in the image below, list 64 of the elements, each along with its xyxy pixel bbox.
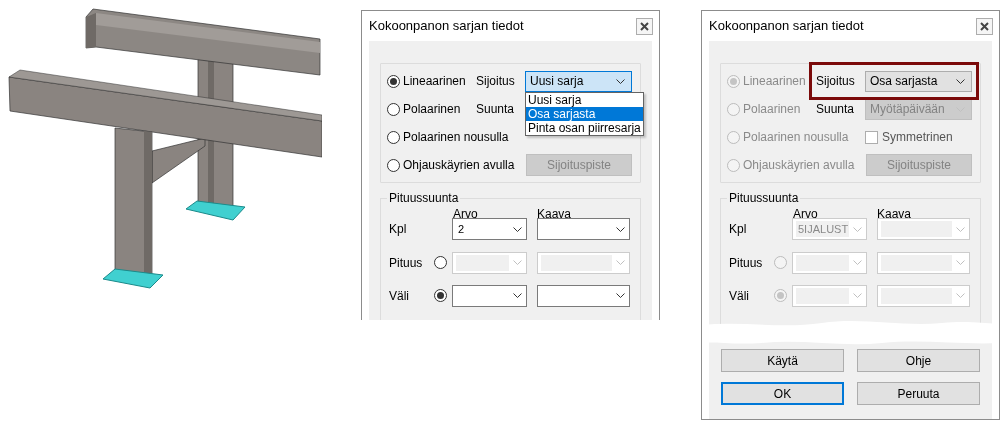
column-header: Kaava — [537, 206, 573, 223]
radio-button[interactable] — [387, 102, 400, 116]
combo-value: 2 — [458, 223, 465, 235]
radio-label: Polaarinen nousulla — [403, 129, 509, 146]
radio-button[interactable] — [434, 289, 448, 302]
chevron-icon — [956, 226, 965, 232]
radio-label: Lineaarinen — [743, 73, 806, 90]
dialog-button[interactable]: Ohje — [857, 349, 980, 372]
radio-label: Ohjauskäyrien avulla — [403, 157, 515, 174]
radio-button[interactable] — [387, 130, 400, 144]
chevron-icon — [513, 293, 522, 298]
chevron-icon — [616, 293, 625, 298]
field-label: Suunta — [475, 101, 516, 118]
chevron-icon — [853, 226, 862, 232]
chevron-icon — [513, 226, 522, 232]
close-button[interactable] — [976, 17, 993, 35]
combo-box[interactable]: 2 — [452, 218, 527, 240]
close-icon — [640, 21, 649, 31]
row-label: Kpl — [729, 221, 748, 238]
radio-label: Polaarinen — [743, 101, 801, 118]
field-label: Sijoitus — [475, 73, 516, 90]
dropdown[interactable]: Uusi sarja — [525, 70, 632, 92]
radio-label: Lineaarinen — [403, 73, 466, 90]
chevron-icon — [956, 293, 965, 298]
row-label: Väli — [729, 287, 750, 305]
radio-button[interactable] — [387, 158, 400, 172]
chevron-icon — [616, 260, 625, 265]
column-header: Kaava — [877, 206, 913, 223]
row-label: Pituus — [389, 254, 424, 272]
row-label: Pituus — [729, 254, 764, 272]
chevron-icon — [853, 260, 862, 265]
row-label: Kpl — [389, 221, 408, 238]
group-title: Pituussuunta — [387, 191, 461, 205]
dropdown-option[interactable]: Osa sarjasta — [526, 106, 643, 121]
chevron-icon — [853, 293, 862, 298]
dropdown-option[interactable]: Pinta osan piirresarja — [526, 120, 643, 135]
row-label: Väli — [389, 287, 410, 305]
window-title: Kokoonpanon sarjan tiedot — [709, 17, 865, 36]
combo-value: 5IJALUST — [798, 223, 849, 235]
dropdown-option[interactable]: Uusi sarja — [526, 92, 643, 107]
checkbox-label: Symmetrinen — [882, 129, 953, 146]
chevron-icon — [513, 260, 522, 265]
close-icon — [980, 21, 989, 31]
chevron-icon — [616, 78, 625, 84]
dialog-button[interactable]: OK — [721, 382, 844, 405]
window-title: Kokoonpanon sarjan tiedot — [369, 17, 525, 36]
dialog-button[interactable]: Käytä — [721, 349, 844, 372]
radio-label: Ohjauskäyrien avulla — [743, 157, 855, 174]
chevron-icon — [956, 78, 965, 84]
radio-button[interactable] — [387, 74, 400, 88]
dialog-button[interactable]: Peruuta — [857, 382, 980, 405]
field-label: Sijoitus — [815, 73, 856, 90]
radio-label: Polaarinen — [403, 101, 461, 118]
chevron-icon — [616, 226, 625, 232]
combo-box[interactable] — [452, 284, 527, 307]
checkbox[interactable] — [865, 130, 878, 144]
group-title: Pituussuunta — [727, 191, 801, 205]
chevron-icon — [956, 260, 965, 265]
radio-label: Polaarinen nousulla — [743, 129, 849, 146]
close-button[interactable] — [636, 17, 653, 35]
combo-box[interactable] — [537, 284, 630, 307]
dropdown[interactable]: Osa sarjasta — [865, 70, 972, 92]
field-label: Suunta — [815, 101, 856, 118]
combo-box[interactable] — [537, 218, 630, 240]
